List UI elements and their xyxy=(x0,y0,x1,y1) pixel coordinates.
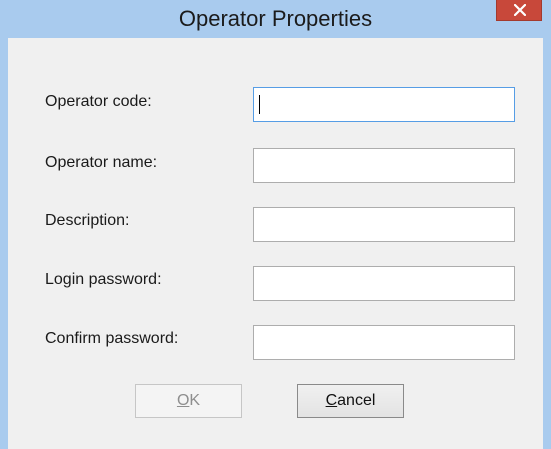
dialog-title: Operator Properties xyxy=(178,6,373,31)
operator-code-label: Operator code: xyxy=(45,93,152,110)
text-caret xyxy=(259,95,260,114)
operator-properties-dialog: Operator Properties Operator code: Opera… xyxy=(0,0,551,449)
cancel-button[interactable]: Cancel xyxy=(297,384,404,418)
close-icon xyxy=(514,4,526,16)
ok-accelerator: O xyxy=(176,392,190,409)
dialog-body: Operator code: Operator name: Descriptio… xyxy=(8,38,543,449)
login-password-input[interactable] xyxy=(253,266,515,301)
ok-button[interactable]: OK xyxy=(135,384,242,418)
cancel-label-rest: ancel xyxy=(337,392,376,409)
ok-label-rest: K xyxy=(189,392,201,409)
close-button[interactable] xyxy=(496,0,542,21)
operator-code-input[interactable] xyxy=(253,87,515,122)
confirm-password-label: Confirm password: xyxy=(45,330,179,347)
cancel-accelerator: C xyxy=(325,392,338,409)
title-bar[interactable]: Operator Properties xyxy=(0,0,551,38)
description-label: Description: xyxy=(45,212,130,229)
login-password-label: Login password: xyxy=(45,271,162,288)
operator-name-label: Operator name: xyxy=(45,154,158,171)
description-input[interactable] xyxy=(253,207,515,242)
operator-name-input[interactable] xyxy=(253,148,515,183)
confirm-password-input[interactable] xyxy=(253,325,515,360)
